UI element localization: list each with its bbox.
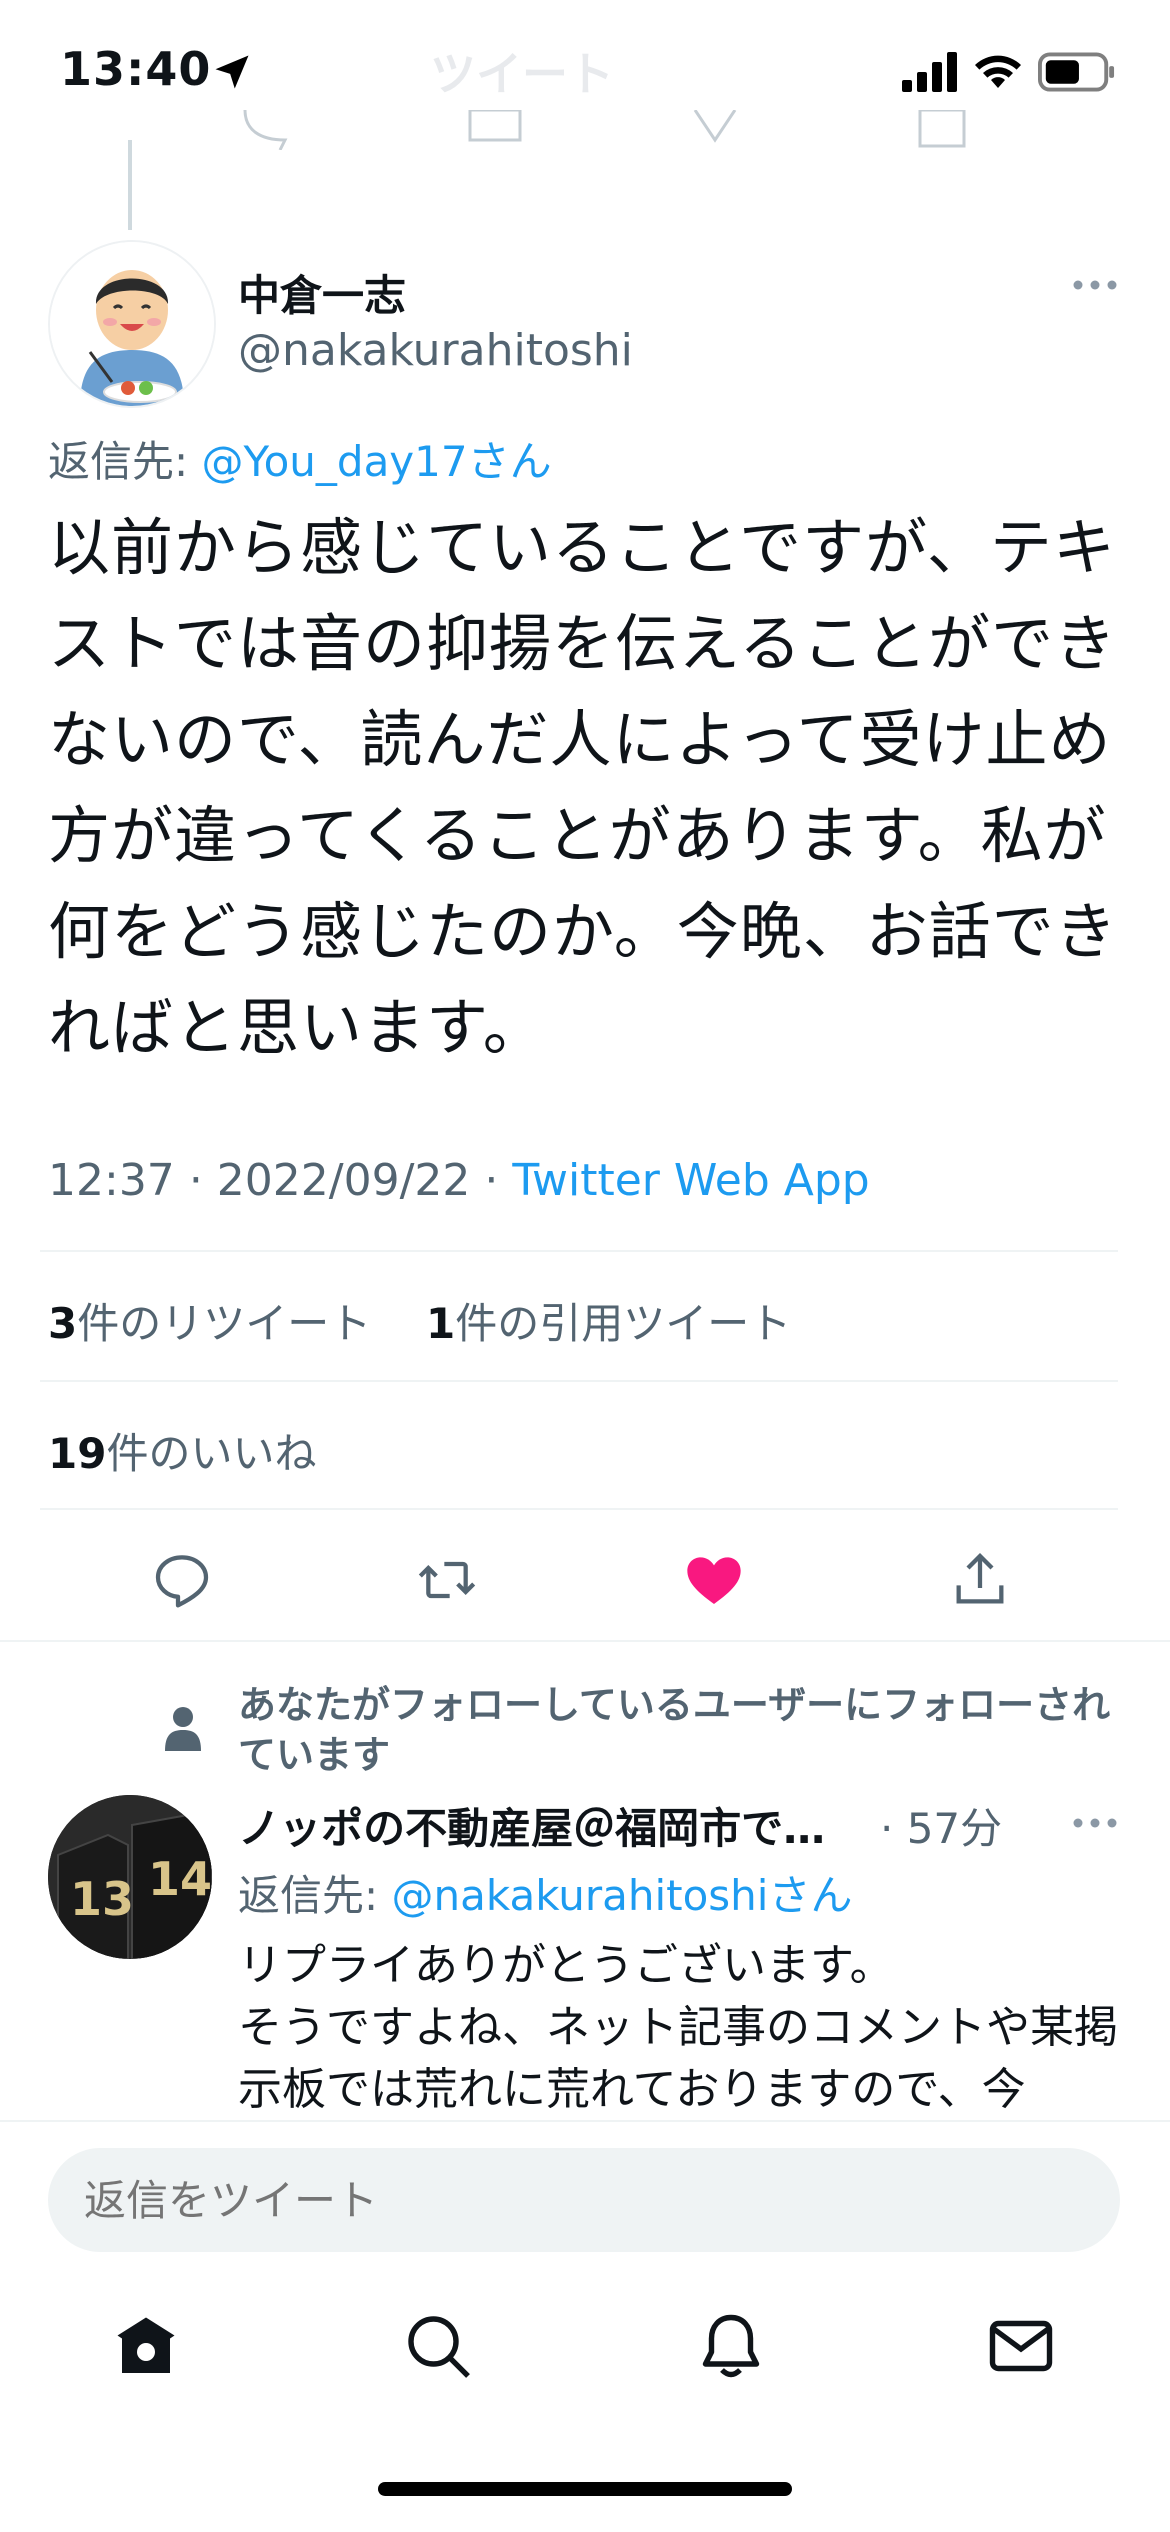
thread-line — [128, 140, 132, 230]
divider — [40, 1380, 1118, 1382]
tweet-time: 12:37 — [48, 1155, 175, 1206]
divider — [40, 1508, 1118, 1510]
heart-icon[interactable] — [682, 1548, 746, 1612]
more-icon[interactable] — [1070, 1808, 1120, 1838]
location-arrow-icon — [215, 55, 249, 89]
wifi-icon — [975, 55, 1021, 88]
person-icon — [165, 1707, 201, 1751]
retweets-stat[interactable]: 3件のリツイート — [48, 1299, 371, 1348]
more-icon[interactable] — [1070, 270, 1120, 300]
reply-author-avatar[interactable]: 13 14 — [48, 1795, 212, 1959]
divider — [40, 1250, 1118, 1252]
likes-stat[interactable]: 19件のいいね — [48, 1420, 316, 1481]
search-icon[interactable] — [402, 2310, 474, 2382]
header-title: ツイート — [430, 47, 614, 101]
quotes-stat[interactable]: 1件の引用ツイート — [426, 1299, 791, 1348]
reply-to-link[interactable]: @nakakurahitoshiさん — [392, 1871, 853, 1920]
reply-time: · 57分 — [880, 1804, 1003, 1853]
reply-to-prefix: 返信先: — [48, 437, 202, 486]
tweet-stats-row: 3件のリツイート 1件の引用ツイート — [48, 1290, 791, 1351]
retweet-icon[interactable] — [415, 1548, 479, 1612]
author-avatar[interactable] — [48, 240, 216, 408]
battery-icon — [1038, 52, 1115, 92]
tweet-text: 以前から感じていることですが、テキストでは音の抑揚を伝えることができないので、読… — [48, 511, 1118, 1064]
tweet-source[interactable]: Twitter Web App — [512, 1155, 869, 1206]
illustration-avatar-icon — [50, 242, 214, 406]
divider — [0, 1640, 1170, 1642]
author-handle[interactable]: @nakakurahitoshi — [238, 325, 633, 376]
reply-context: 返信先: @You_day17さん — [48, 428, 552, 489]
reply-context: 返信先: @nakakurahitoshiさん — [238, 1862, 852, 1923]
jersey-avatar-icon: 13 14 — [48, 1795, 212, 1959]
tweet-meta: 12:37 · 2022/09/22 · Twitter Web App — [48, 1155, 870, 1206]
reply-text-line: そうですよね、ネット記事のコメントや某掲示板では荒れに荒れておりますので、今 — [238, 2002, 1118, 2115]
bell-icon[interactable] — [695, 2310, 767, 2382]
svg-text:14: 14 — [148, 1852, 212, 1906]
reply-icon[interactable] — [150, 1548, 214, 1612]
signal-icon — [902, 52, 957, 92]
mail-icon[interactable] — [985, 2310, 1057, 2382]
reply-to-link[interactable]: @You_day17さん — [202, 437, 552, 486]
divider — [0, 2120, 1170, 2122]
share-icon[interactable] — [948, 1548, 1012, 1612]
reply-compose-input[interactable] — [48, 2148, 1120, 2252]
tweet-date: 2022/09/22 — [216, 1155, 471, 1206]
home-icon[interactable] — [110, 2310, 182, 2382]
svg-text:13: 13 — [70, 1872, 134, 1926]
social-context: あなたがフォローしているユーザーにフォローされています — [238, 1683, 1111, 1777]
author-name[interactable]: 中倉一志 — [238, 262, 406, 323]
reply-to-prefix: 返信先: — [238, 1871, 392, 1920]
reply-author-name[interactable]: ノッポの不動産屋＠福岡市で… — [238, 1795, 825, 1856]
tab-bar — [0, 2290, 1170, 2410]
tweet-action-bar — [0, 1530, 1170, 1630]
reply-text: リプライありがとうございます。 そうですよね、ネット記事のコメントや某掲示板では… — [238, 1935, 1118, 2120]
status-time: 13:40 — [60, 42, 212, 96]
home-indicator[interactable] — [378, 2482, 792, 2496]
reply-text-line: リプライありがとうございます。 — [238, 1940, 894, 1991]
previous-tweet-actions — [243, 110, 966, 150]
